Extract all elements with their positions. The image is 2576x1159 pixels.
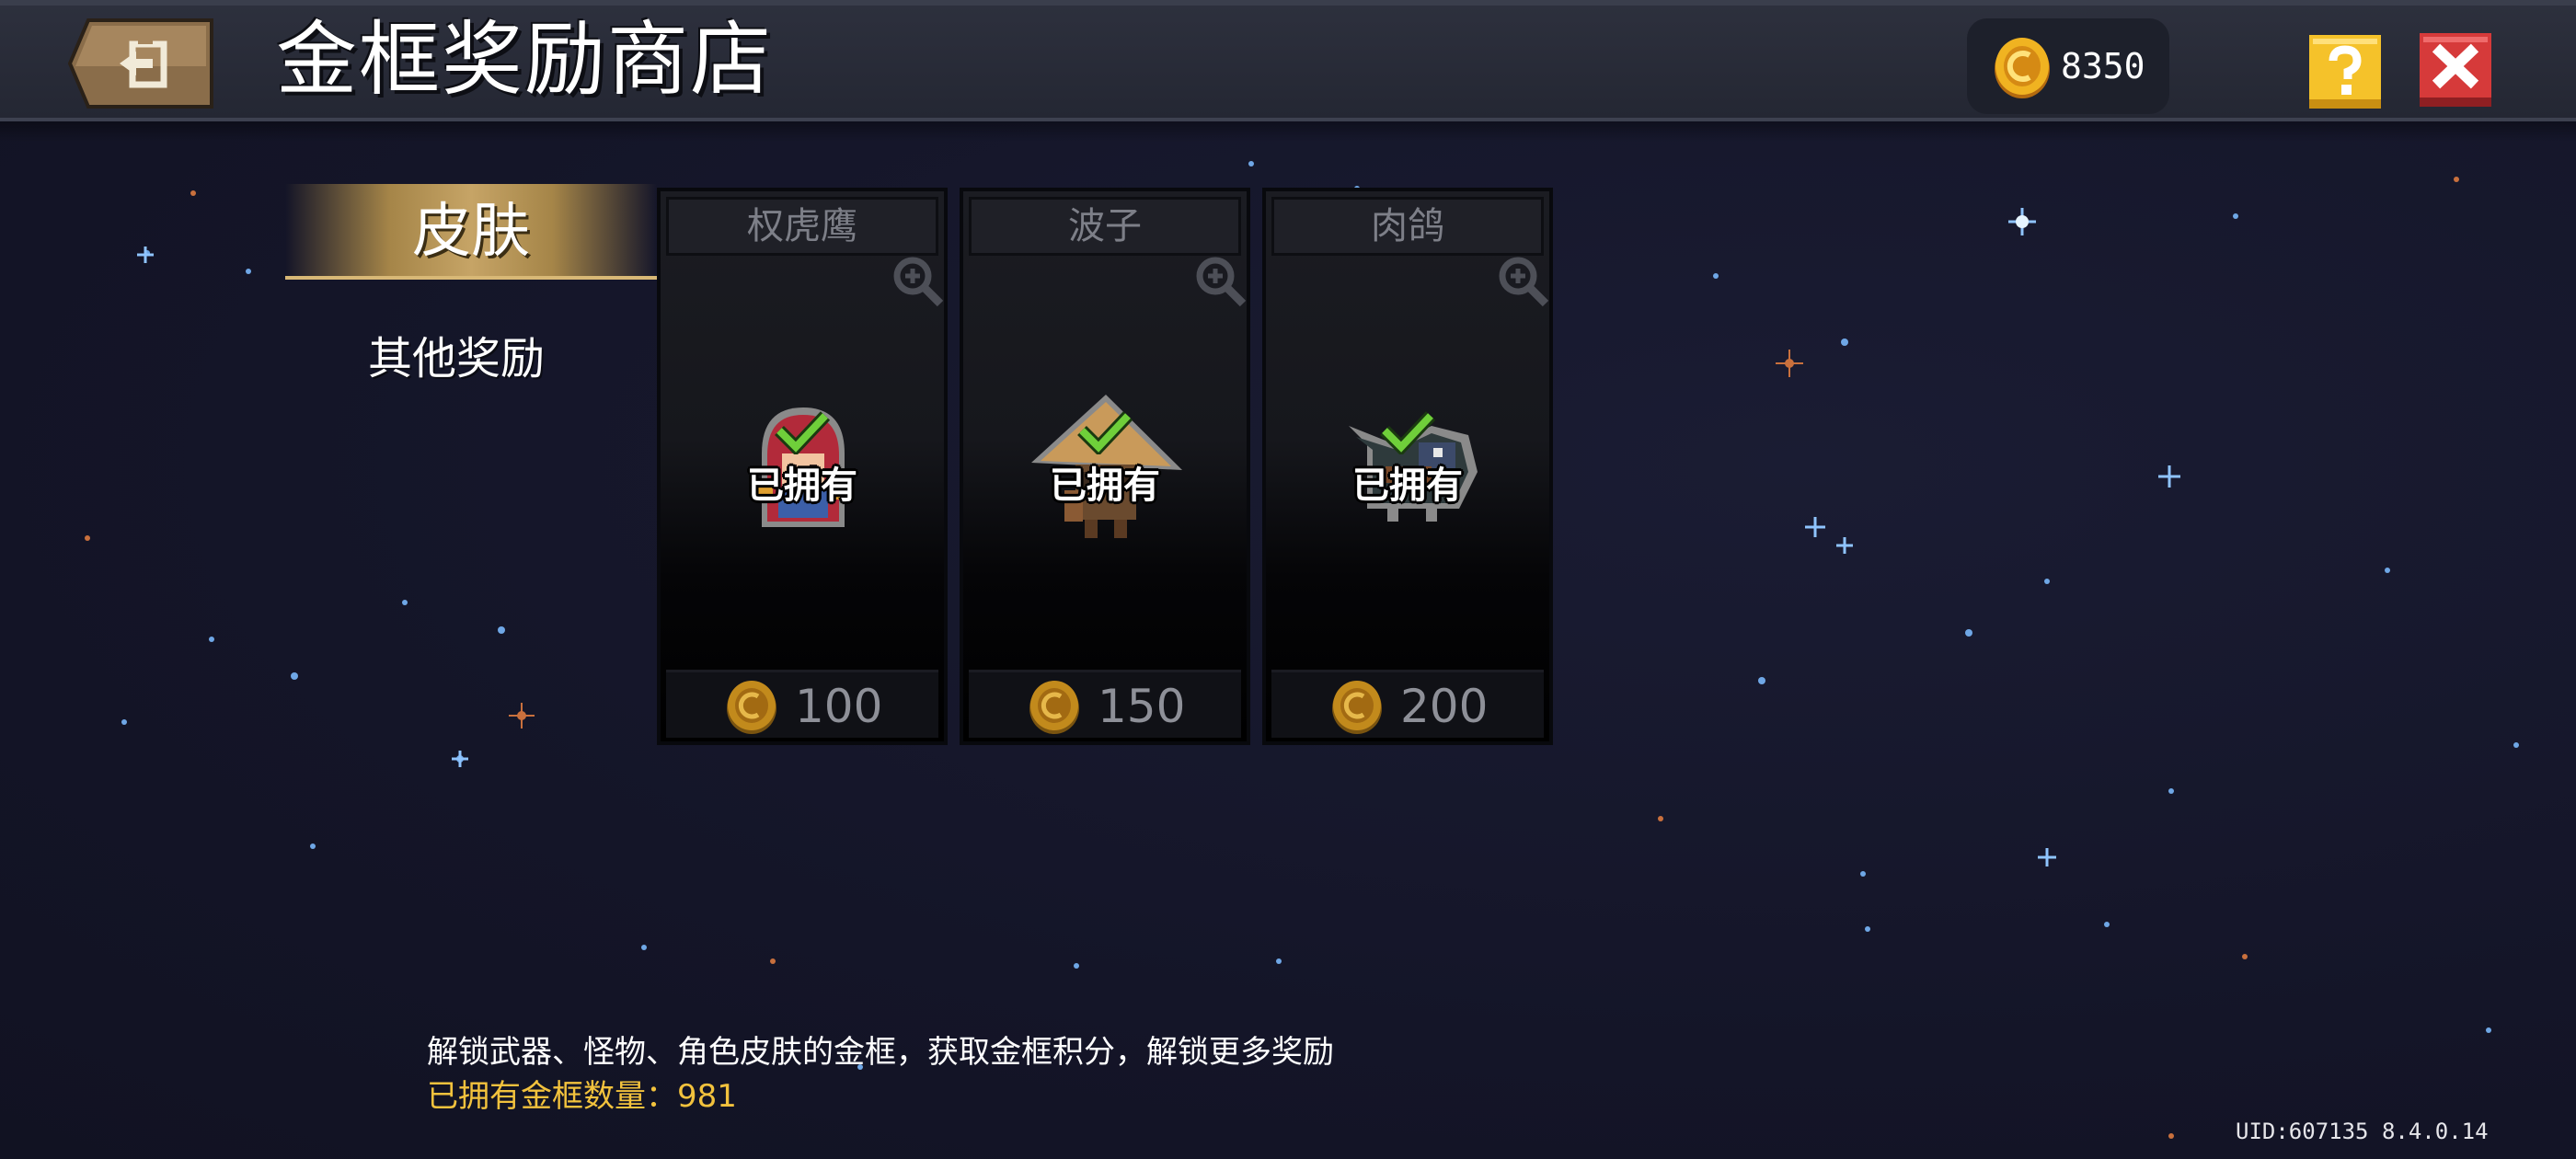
item-name: 权虎鹰 [747, 205, 857, 247]
question-mark-icon [2309, 35, 2381, 109]
zoom-in-icon[interactable] [1494, 252, 1553, 311]
tab-other-rewards-label: 其他奖励 [368, 333, 546, 384]
tab-skins[interactable]: 皮肤 [285, 184, 657, 280]
back-button[interactable] [67, 17, 215, 110]
item-card[interactable]: 权虎鹰 已拥有 100 [657, 188, 948, 745]
card-header: 波子 [969, 197, 1241, 256]
tab-skins-label: 皮肤 [412, 198, 530, 266]
gold-coin-icon [727, 681, 776, 734]
tab-other-rewards[interactable]: 其他奖励 [368, 322, 644, 396]
gold-coin-icon [1029, 681, 1079, 734]
price-bar: 200 [1271, 670, 1544, 738]
owned-status-label: 已拥有 [747, 465, 857, 507]
card-header: 肉鸽 [1271, 197, 1544, 256]
item-price: 100 [795, 680, 883, 733]
coin-balance-panel: 8350 [1967, 18, 2169, 114]
coin-amount: 8350 [2061, 46, 2145, 86]
exit-door-icon [67, 18, 213, 109]
item-price: 150 [1098, 680, 1186, 733]
top-bar-shadow [0, 121, 2576, 142]
owned-check-icon [775, 411, 831, 454]
close-button[interactable] [2418, 31, 2493, 109]
zoom-in-icon[interactable] [1191, 252, 1250, 311]
gold-coin-icon [1332, 681, 1382, 734]
owned-check-icon [1077, 411, 1133, 454]
price-bar: 100 [666, 670, 938, 738]
price-bar: 150 [969, 670, 1241, 738]
close-x-icon [2420, 33, 2491, 107]
card-header: 权虎鹰 [666, 197, 938, 256]
help-button[interactable] [2307, 33, 2383, 110]
item-price: 200 [1400, 680, 1489, 733]
gold-coin-icon [1995, 38, 2050, 98]
item-name: 波子 [1068, 205, 1142, 247]
owned-check-icon [1380, 411, 1436, 454]
item-card[interactable]: 肉鸽 已拥有 200 [1262, 188, 1553, 745]
uid-version-label: UID:607135 8.4.0.14 [2236, 1119, 2489, 1144]
item-card[interactable]: 波子 已拥有 150 [960, 188, 1250, 745]
owned-frame-count: 已拥有金框数量：981 [427, 1078, 737, 1115]
item-name: 肉鸽 [1371, 205, 1444, 247]
page-title: 金框奖励商店 [276, 12, 774, 107]
zoom-in-icon[interactable] [889, 252, 948, 311]
owned-status-label: 已拥有 [1352, 465, 1463, 507]
owned-status-label: 已拥有 [1050, 465, 1160, 507]
